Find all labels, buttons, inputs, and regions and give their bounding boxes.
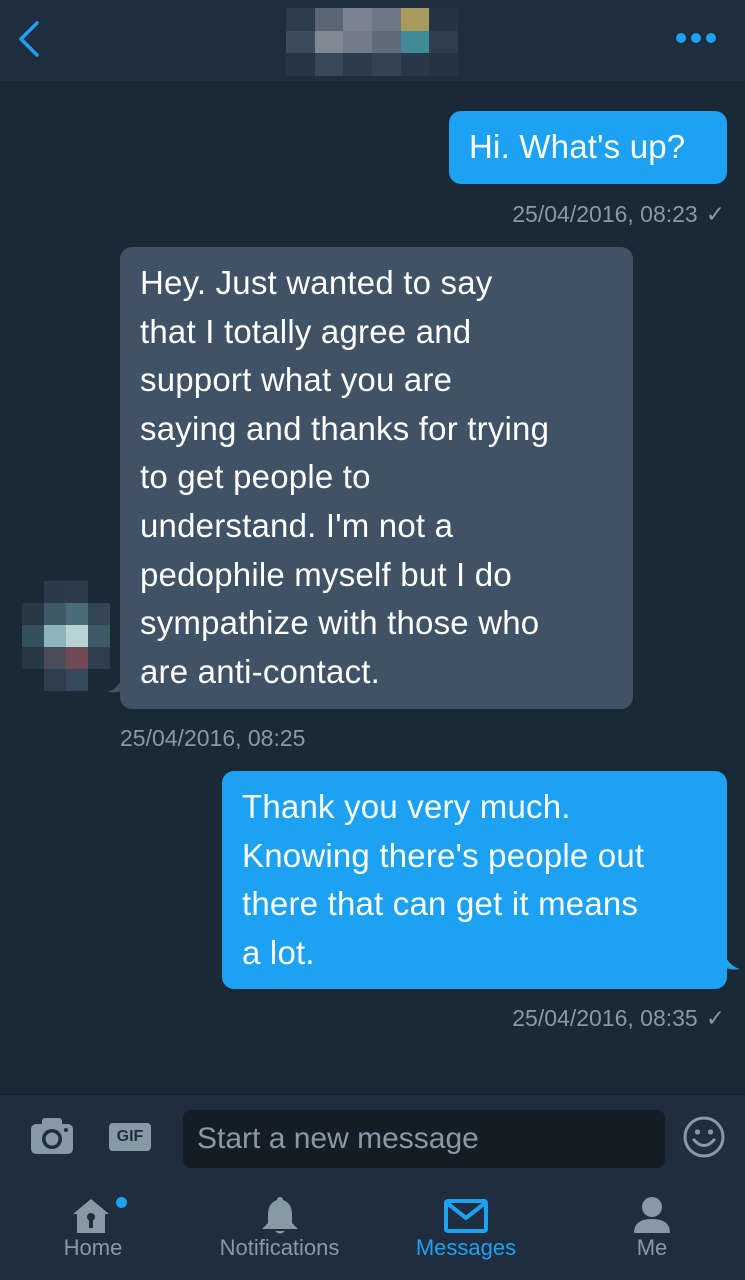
tab-me[interactable]: Me (559, 1187, 745, 1280)
received-message-bubble[interactable]: Hey. Just wanted to say that I totally a… (120, 247, 633, 709)
message-line: support what you are (140, 361, 453, 399)
sent-message-bubble[interactable]: Thank you very much. Knowing there's peo… (222, 771, 727, 989)
sent-message-bubble[interactable]: Hi. What's up? (449, 111, 727, 184)
bottom-tab-bar: Home Notifications Messages Me (0, 1187, 745, 1280)
sent-check-icon: ✓ (705, 201, 725, 227)
gif-button[interactable]: GIF (109, 1123, 151, 1151)
bubble-tail (107, 670, 125, 693)
more-dots-icon (676, 33, 686, 43)
message-timestamp: 25/04/2016, 08:25 (120, 725, 306, 751)
message-line: there that can get it means (242, 885, 639, 923)
message-thread: Hi. What's up? 25/04/2016, 08:23 ✓ Hey. J… (0, 83, 745, 1093)
message-line: Hey. Just wanted to say (140, 264, 493, 301)
bubble-tail (722, 947, 740, 970)
message-line: a lot. (242, 933, 315, 971)
home-icon (73, 1199, 109, 1233)
message-composer: GIF (0, 1094, 745, 1187)
envelope-icon (444, 1199, 488, 1233)
top-bar (0, 0, 745, 83)
sent-check-icon: ✓ (705, 1005, 725, 1031)
more-options-button[interactable] (671, 26, 721, 50)
message-text: Hi. What's up? (469, 128, 686, 165)
tab-label: Home (63, 1235, 123, 1260)
tab-notifications[interactable]: Notifications (186, 1187, 373, 1280)
bell-icon (261, 1197, 298, 1234)
message-line: saying and thanks for trying (140, 409, 550, 447)
message-line: Thank you very much. (242, 788, 571, 825)
back-button[interactable] (10, 14, 46, 64)
message-timestamp: 25/04/2016, 08:35 ✓ (512, 1005, 725, 1031)
sender-avatar[interactable] (22, 581, 110, 691)
message-line: understand. I'm not a (140, 506, 454, 544)
emoji-icon[interactable] (682, 1115, 726, 1159)
message-timestamp: 25/04/2016, 08:23 ✓ (512, 201, 725, 227)
message-line: to get people to (140, 458, 371, 496)
message-line: are anti-contact. (140, 652, 381, 690)
camera-icon[interactable] (28, 1115, 76, 1157)
message-line: pedophile myself but I do (140, 555, 512, 593)
contact-avatar[interactable] (286, 8, 458, 76)
chevron-left-icon (19, 21, 39, 57)
tab-label: Notifications (219, 1235, 340, 1260)
message-line: Knowing there's people out (242, 836, 645, 874)
tab-label: Messages (415, 1235, 517, 1260)
new-activity-dot (116, 1197, 127, 1208)
message-line: that I totally agree and (140, 312, 472, 350)
message-line: sympathize with those who (140, 604, 540, 642)
tab-label: Me (636, 1235, 668, 1260)
message-input[interactable] (183, 1110, 665, 1168)
person-icon (634, 1197, 670, 1233)
tab-messages[interactable]: Messages (373, 1187, 559, 1280)
tab-home[interactable]: Home (0, 1187, 186, 1280)
